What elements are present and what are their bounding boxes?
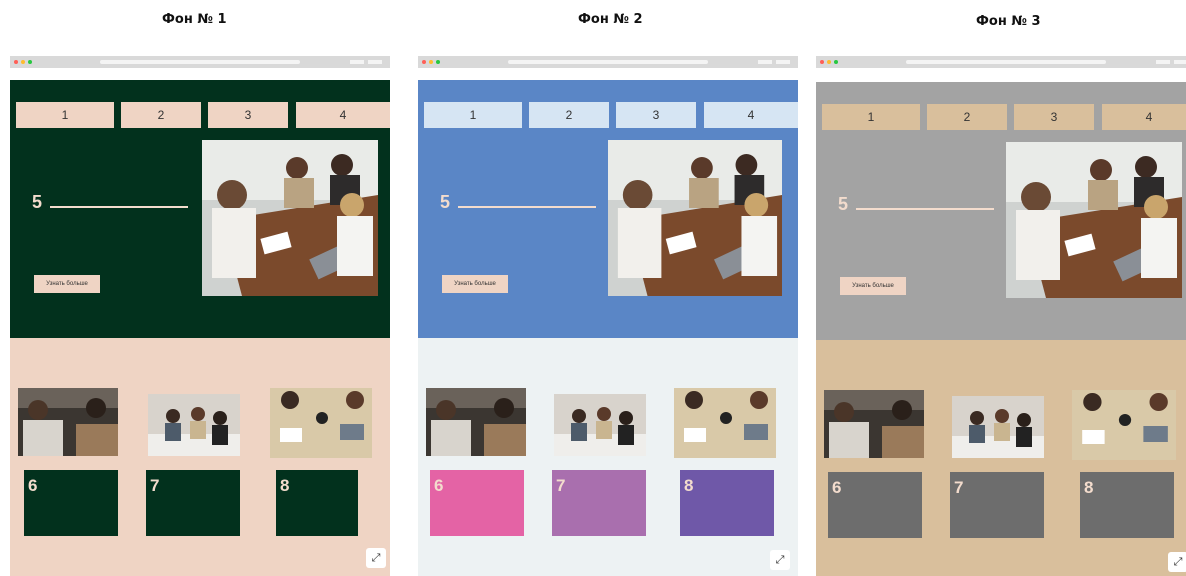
hero-photo (202, 140, 378, 296)
window-button (776, 60, 790, 64)
feature-box-number: 6 (832, 478, 842, 497)
window-button (1156, 60, 1170, 64)
nav-item-1[interactable]: 1 (822, 104, 920, 130)
close-dot-icon (14, 60, 18, 64)
hero-photo (1006, 142, 1182, 298)
window-button (350, 60, 364, 64)
feature-box-8: 8 (1080, 472, 1174, 538)
content-section: 6 7 8 ⤢ (816, 340, 1186, 576)
mockup-panel-1: 1 2 3 4 5 Узнать больше 6 7 8 ⤢ (10, 56, 390, 576)
hero-heading-line (458, 206, 596, 208)
feature-box-6: 6 (24, 470, 118, 536)
expand-icon[interactable]: ⤢ (366, 548, 386, 568)
feature-box-number: 6 (28, 476, 38, 495)
nav-item-2[interactable]: 2 (927, 104, 1007, 130)
maximize-dot-icon (28, 60, 32, 64)
hero-photo (608, 140, 782, 296)
minimize-dot-icon (21, 60, 25, 64)
feature-box-number: 8 (1084, 478, 1094, 497)
url-bar (906, 60, 1106, 64)
hero-section: 1 2 3 4 5 Узнать больше (10, 80, 390, 338)
minimize-dot-icon (827, 60, 831, 64)
nav-item-4[interactable]: 4 (1102, 104, 1186, 130)
feature-box-number: 7 (150, 476, 160, 495)
nav-item-4[interactable]: 4 (296, 102, 390, 128)
feature-box-8: 8 (680, 470, 774, 536)
expand-icon[interactable]: ⤢ (1168, 552, 1186, 572)
browser-bar (418, 56, 798, 68)
thumbnail-photo-1 (824, 390, 924, 458)
window-button (758, 60, 772, 64)
feature-box-6: 6 (430, 470, 524, 536)
feature-box-8: 8 (276, 470, 358, 536)
close-dot-icon (422, 60, 426, 64)
feature-box-number: 7 (954, 478, 964, 497)
maximize-dot-icon (436, 60, 440, 64)
nav-item-2[interactable]: 2 (121, 102, 201, 128)
thumbnail-photo-2 (554, 394, 646, 456)
close-dot-icon (820, 60, 824, 64)
feature-box-number: 7 (556, 476, 566, 495)
hero-heading-number: 5 (838, 194, 849, 214)
feature-box-6: 6 (828, 472, 922, 538)
thumbnail-photo-1 (18, 388, 118, 456)
nav-item-2[interactable]: 2 (529, 102, 609, 128)
hero-heading-line (50, 206, 188, 208)
url-bar (100, 60, 300, 64)
thumbnail-photo-3 (270, 388, 372, 458)
feature-box-7: 7 (552, 470, 646, 536)
maximize-dot-icon (834, 60, 838, 64)
mockup-panel-2: 1 2 3 4 5 Узнать больше 6 7 8 ⤢ (418, 56, 798, 576)
thumbnail-photo-3 (674, 388, 776, 458)
feature-box-7: 7 (146, 470, 240, 536)
panel-title-2: Фон № 2 (578, 12, 643, 27)
learn-more-button[interactable]: Узнать больше (34, 275, 100, 293)
nav-item-1[interactable]: 1 (424, 102, 522, 128)
hero-heading-number: 5 (32, 192, 43, 212)
panel-title-1: Фон № 1 (162, 12, 227, 27)
window-button (1174, 60, 1186, 64)
content-section: 6 7 8 ⤢ (418, 338, 798, 576)
browser-bar (816, 56, 1186, 68)
hero-heading-line (856, 208, 994, 210)
feature-box-number: 6 (434, 476, 444, 495)
nav-item-3[interactable]: 3 (208, 102, 288, 128)
thumbnail-photo-3 (1072, 390, 1176, 460)
learn-more-button[interactable]: Узнать больше (442, 275, 508, 293)
mockup-panel-3: 1 2 3 4 5 Узнать больше 6 7 8 ⤢ (816, 56, 1186, 576)
feature-box-number: 8 (280, 476, 290, 495)
nav-item-3[interactable]: 3 (1014, 104, 1094, 130)
learn-more-button[interactable]: Узнать больше (840, 277, 906, 295)
thumbnail-photo-2 (148, 394, 240, 456)
expand-icon[interactable]: ⤢ (770, 550, 790, 570)
nav-item-4[interactable]: 4 (704, 102, 798, 128)
thumbnail-photo-1 (426, 388, 526, 456)
hero-section: 1 2 3 4 5 Узнать больше (816, 82, 1186, 340)
hero-heading-number: 5 (440, 192, 451, 212)
hero-section: 1 2 3 4 5 Узнать больше (418, 80, 798, 338)
window-button (368, 60, 382, 64)
content-section: 6 7 8 ⤢ (10, 338, 390, 576)
panel-title-3: Фон № 3 (976, 14, 1041, 29)
browser-bar (10, 56, 390, 68)
nav-item-3[interactable]: 3 (616, 102, 696, 128)
feature-box-7: 7 (950, 472, 1044, 538)
url-bar (508, 60, 708, 64)
minimize-dot-icon (429, 60, 433, 64)
feature-box-number: 8 (684, 476, 694, 495)
nav-item-1[interactable]: 1 (16, 102, 114, 128)
thumbnail-photo-2 (952, 396, 1044, 458)
